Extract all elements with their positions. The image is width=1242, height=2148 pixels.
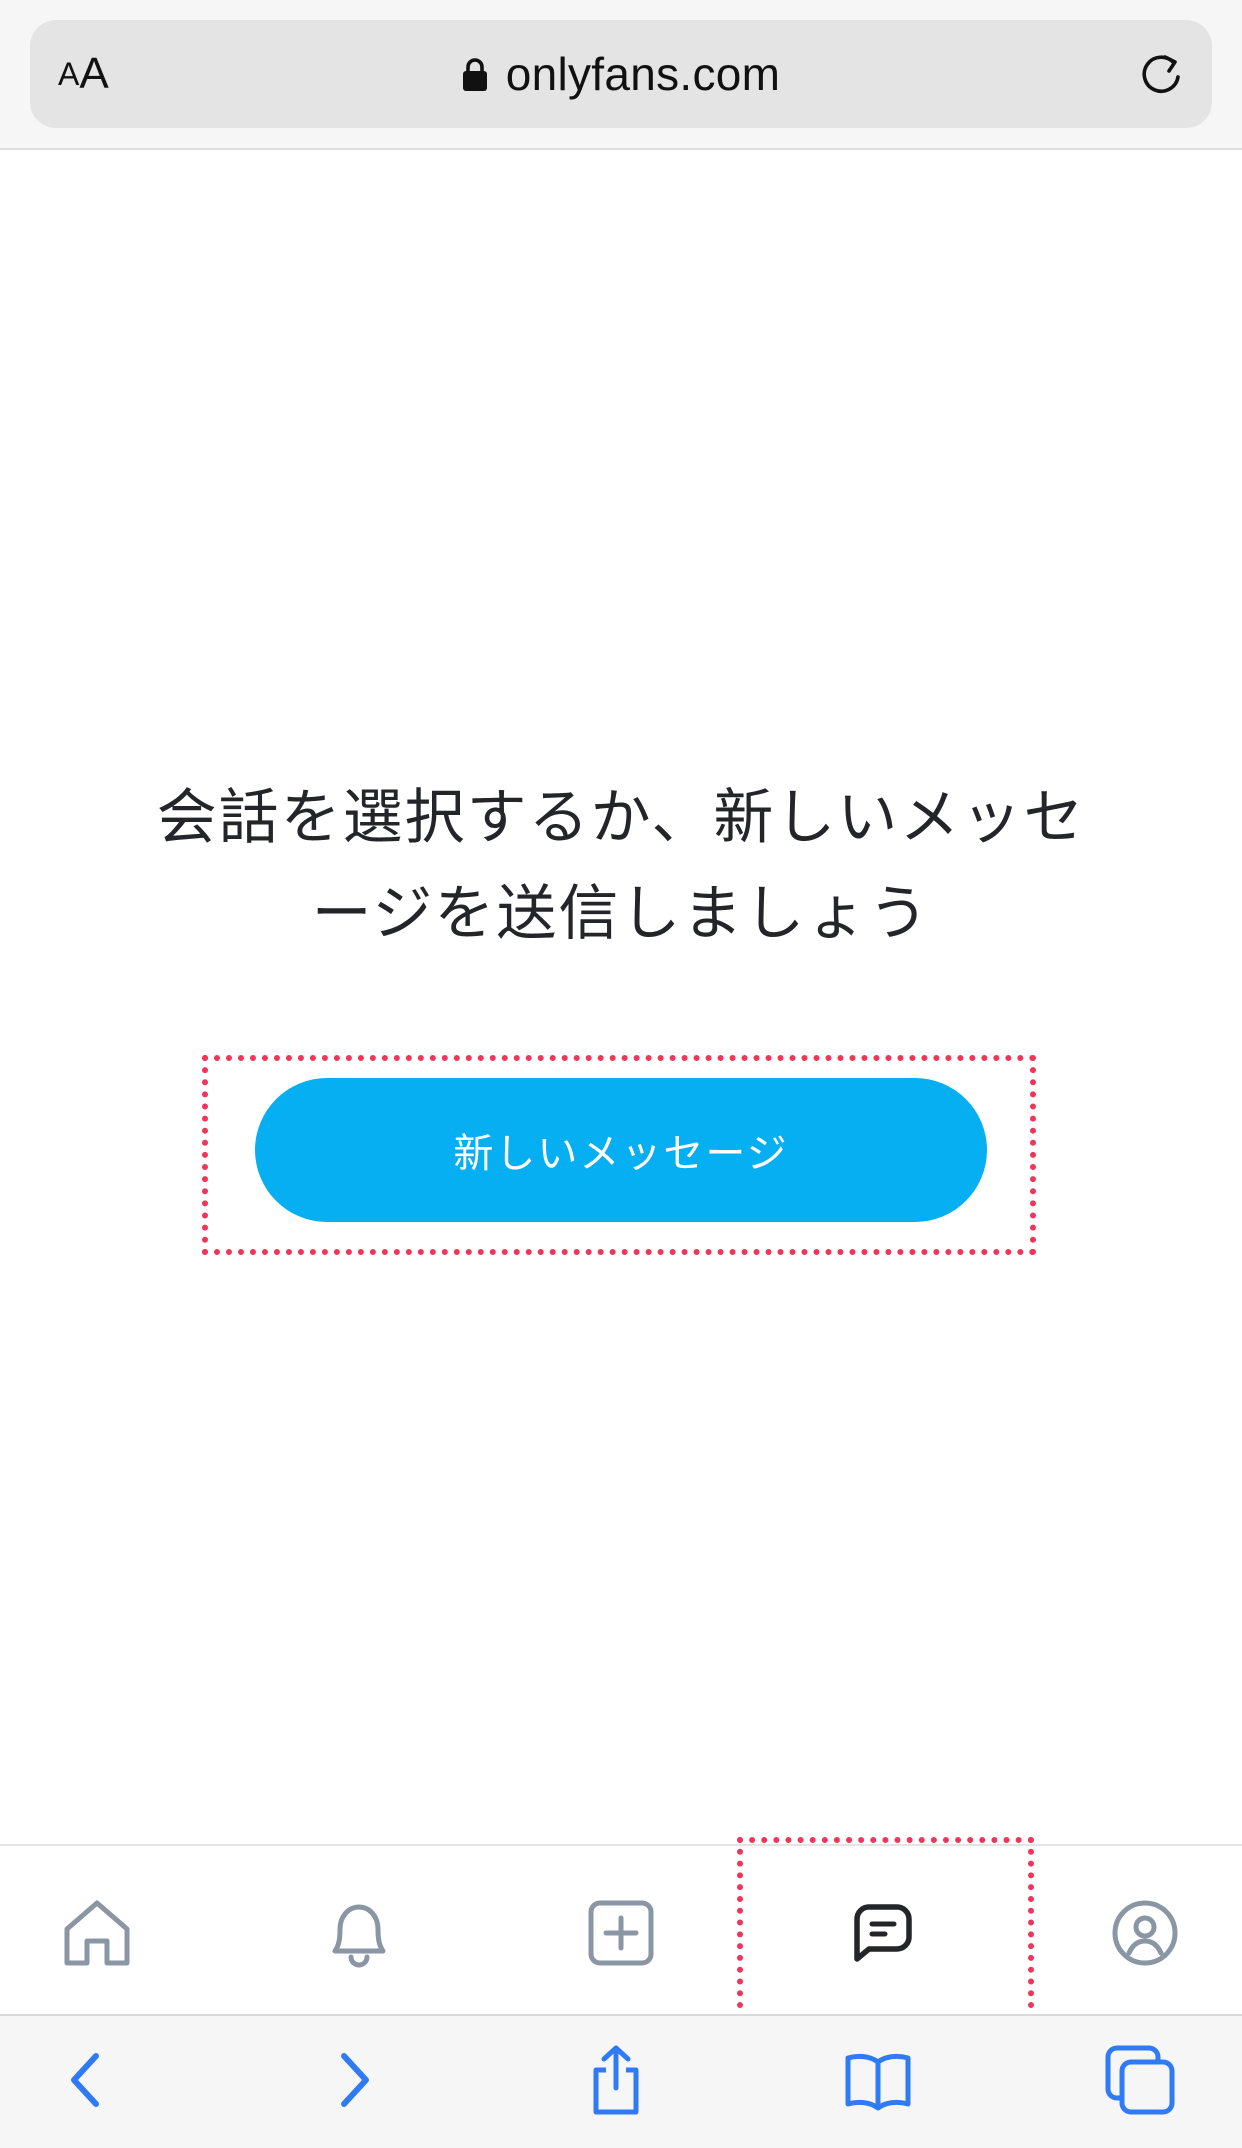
profile-icon[interactable]	[1105, 1893, 1185, 1973]
plus-square-icon[interactable]	[581, 1893, 661, 1973]
empty-state-line-2: ージを送信しましょう	[311, 879, 931, 949]
lock-icon	[462, 58, 487, 91]
bell-icon[interactable]	[319, 1893, 399, 1973]
highlight-messages-tab	[737, 1837, 1034, 2020]
chevron-left-icon[interactable]	[52, 2042, 128, 2118]
home-icon[interactable]	[57, 1893, 137, 1973]
browser-bottom-toolbar	[0, 2014, 1242, 2148]
bookmarks-icon[interactable]	[840, 2042, 916, 2118]
address-bar[interactable]: AA onlyfans.com	[30, 20, 1212, 128]
url-display[interactable]: onlyfans.com	[30, 20, 1212, 128]
url-text: onlyfans.com	[505, 48, 781, 100]
browser-top-bar: AA onlyfans.com	[0, 0, 1242, 150]
share-icon[interactable]	[578, 2042, 654, 2118]
chevron-right-icon[interactable]	[314, 2042, 390, 2118]
empty-state-message: 会話を選択するか、新しいメッセ ージを送信しましょう	[60, 770, 1182, 962]
app-bottom-nav	[0, 1844, 1242, 2014]
empty-state-line-1: 会話を選択するか、新しいメッセ	[156, 783, 1086, 853]
tabs-icon[interactable]	[1102, 2042, 1178, 2118]
new-message-button[interactable]: 新しいメッセージ	[255, 1078, 987, 1222]
reload-icon[interactable]	[1136, 49, 1186, 99]
